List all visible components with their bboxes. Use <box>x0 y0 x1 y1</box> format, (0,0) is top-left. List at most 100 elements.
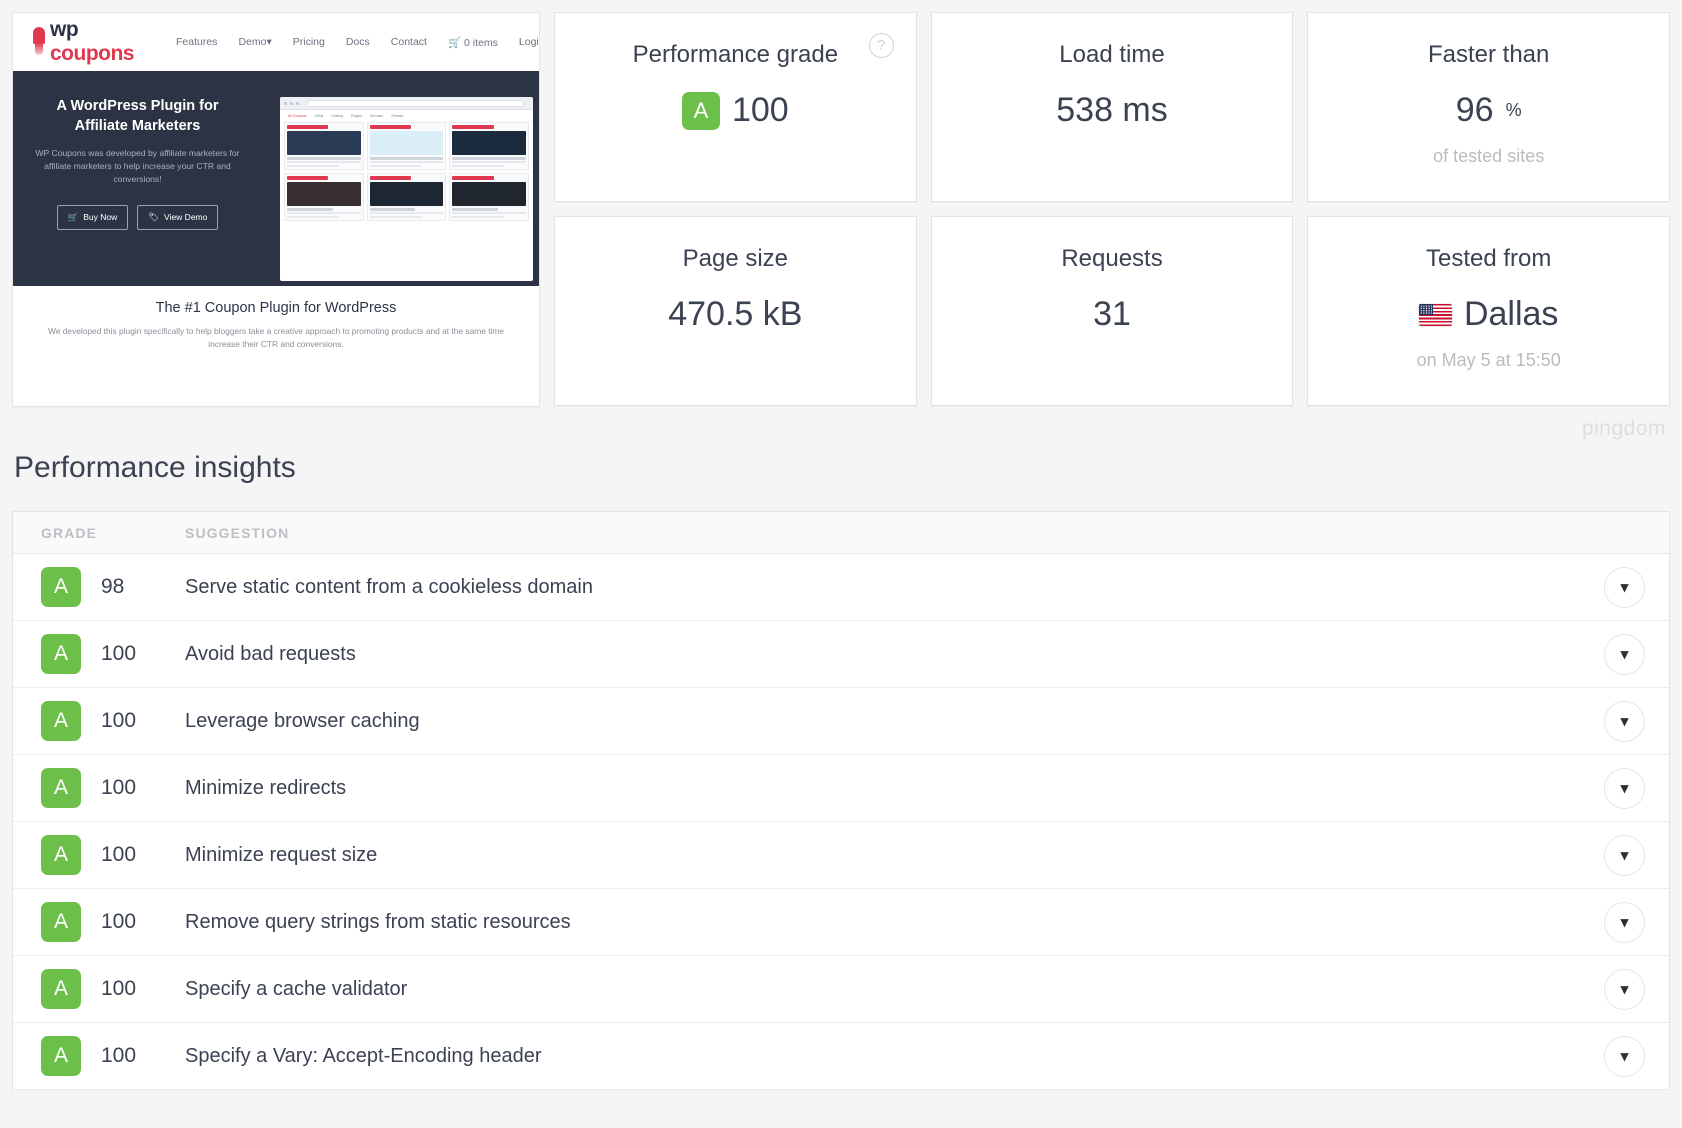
metric-number: 96 <box>1456 91 1494 130</box>
browser-url-bar <box>307 100 524 107</box>
screenshot-tabs: All Coupons CDNs Hosting Plugins Service… <box>280 110 533 119</box>
grade-badge: A <box>41 969 81 1009</box>
row-grade-cell: A 100 <box>41 1036 185 1076</box>
site-preview-card: wp coupons Features Demo▾ Pricing Docs C… <box>12 12 540 407</box>
chevron-down-icon[interactable]: ▾ <box>1604 902 1645 943</box>
buy-now-button: 🛒Buy Now <box>57 205 129 230</box>
chevron-down-icon[interactable]: ▾ <box>1604 1036 1645 1077</box>
row-grade-cell: A 100 <box>41 835 185 875</box>
row-suggestion: Remove query strings from static resourc… <box>185 911 1604 934</box>
preview-hero: A WordPress Plugin for Affiliate Markete… <box>13 71 539 286</box>
chevron-down-icon[interactable]: ▾ <box>1604 567 1645 608</box>
table-row[interactable]: A 100 Remove query strings from static r… <box>13 889 1669 956</box>
metric-performance-grade: Performance grade ? A 100 <box>554 12 917 202</box>
hero-screenshot: All Coupons CDNs Hosting Plugins Service… <box>280 97 533 281</box>
grade-score: 100 <box>101 709 136 733</box>
row-suggestion: Minimize redirects <box>185 777 1604 800</box>
table-row[interactable]: A 100 Leverage browser caching ▾ <box>13 688 1669 755</box>
coupon-tile <box>449 122 529 170</box>
metric-number: 100 <box>732 91 789 130</box>
table-row[interactable]: A 100 Avoid bad requests ▾ <box>13 621 1669 688</box>
row-suggestion: Avoid bad requests <box>185 643 1604 666</box>
table-row[interactable]: A 100 Specify a cache validator ▾ <box>13 956 1669 1023</box>
row-suggestion: Specify a cache validator <box>185 978 1604 1001</box>
view-demo-button: 🏷View Demo <box>137 205 218 230</box>
row-grade-cell: A 100 <box>41 634 185 674</box>
table-row[interactable]: A 100 Specify a Vary: Accept-Encoding he… <box>13 1023 1669 1090</box>
preview-footer: The #1 Coupon Plugin for WordPress We de… <box>13 286 539 352</box>
metric-row-bottom: Page size 470.5 kB Requests 31 Tested fr… <box>554 216 1670 406</box>
coupon-tile <box>367 173 447 221</box>
chevron-down-icon[interactable]: ▾ <box>1604 634 1645 675</box>
metric-requests: Requests 31 <box>931 216 1294 406</box>
pingdom-results-page: wp coupons Features Demo▾ Pricing Docs C… <box>0 0 1682 1128</box>
metric-label: Load time <box>1059 41 1164 69</box>
rocket-icon <box>31 27 43 57</box>
screenshot-tab: Themes <box>387 113 407 119</box>
metric-cards: Performance grade ? A 100 Load time 538 … <box>554 12 1670 406</box>
grade-score: 100 <box>101 843 136 867</box>
row-suggestion: Leverage browser caching <box>185 710 1604 733</box>
grade-badge: A <box>41 701 81 741</box>
us-flag-icon <box>1419 304 1452 326</box>
grade-badge: A <box>41 567 81 607</box>
chevron-down-icon[interactable]: ▾ <box>1604 701 1645 742</box>
grade-badge: A <box>41 768 81 808</box>
metric-page-size: Page size 470.5 kB <box>554 216 917 406</box>
grade-badge: A <box>682 92 720 130</box>
screenshot-tab: All Coupons <box>284 113 310 119</box>
metric-subtext: on May 5 at 15:50 <box>1417 350 1561 371</box>
nav-item-features: Features <box>176 36 217 48</box>
table-header: GRADE SUGGESTION <box>13 512 1669 554</box>
row-suggestion: Specify a Vary: Accept-Encoding header <box>185 1045 1604 1068</box>
table-row[interactable]: A 100 Minimize redirects ▾ <box>13 755 1669 822</box>
metric-subtext: of tested sites <box>1433 146 1544 167</box>
preview-hero-text: A WordPress Plugin for Affiliate Markete… <box>13 71 258 230</box>
coupon-tile <box>367 122 447 170</box>
metric-city: Dallas <box>1464 295 1558 334</box>
browser-dot-icon <box>290 102 293 105</box>
row-suggestion: Minimize request size <box>185 844 1604 867</box>
cart-icon: 🛒 <box>68 212 79 223</box>
row-grade-cell: A 100 <box>41 969 185 1009</box>
chevron-down-icon[interactable]: ▾ <box>1604 835 1645 876</box>
table-row[interactable]: A 100 Minimize request size ▾ <box>13 822 1669 889</box>
hero-buttons: 🛒Buy Now 🏷View Demo <box>29 205 246 230</box>
grade-badge: A <box>41 835 81 875</box>
metric-value: 96 % <box>1456 91 1522 130</box>
screenshot-tab: CDNs <box>310 113 327 119</box>
metric-label: Page size <box>683 245 788 273</box>
grade-badge: A <box>41 902 81 942</box>
grade-score: 100 <box>101 642 136 666</box>
logo-word-coupons: coupons <box>50 42 134 65</box>
metric-tested-from: Tested from Dallas on May 5 at 15:50 <box>1307 216 1670 406</box>
metric-value: 470.5 kB <box>668 295 802 334</box>
row-suggestion: Serve static content from a cookieless d… <box>185 576 1604 599</box>
nav-item-pricing: Pricing <box>293 36 325 48</box>
nav-item-cart: 🛒0 items <box>448 36 498 49</box>
question-mark-icon[interactable]: ? <box>869 33 894 58</box>
screenshot-browser-bar <box>280 97 533 110</box>
browser-dot-icon <box>284 102 287 105</box>
column-header-suggestion: SUGGESTION <box>185 525 289 541</box>
performance-insights-table: GRADE SUGGESTION A 98 Serve static conte… <box>12 511 1670 1090</box>
chevron-down-icon[interactable]: ▾ <box>1604 969 1645 1010</box>
coupon-tile <box>284 173 364 221</box>
grade-score: 98 <box>101 575 124 599</box>
coupon-tile <box>449 173 529 221</box>
metric-faster-than: Faster than 96 % of tested sites <box>1307 12 1670 202</box>
grade-score: 100 <box>101 910 136 934</box>
metric-value: A 100 <box>682 91 789 130</box>
cart-icon: 🛒 <box>448 37 461 49</box>
metric-label: Faster than <box>1428 41 1549 69</box>
preview-nav-links: Features Demo▾ Pricing Docs Contact 🛒0 i… <box>176 36 540 49</box>
table-row[interactable]: A 98 Serve static content from a cookiel… <box>13 554 1669 621</box>
preview-footer-paragraph: We developed this plugin specifically to… <box>47 325 505 352</box>
metric-load-time: Load time 538 ms <box>931 12 1294 202</box>
metric-value: 538 ms <box>1056 91 1168 130</box>
chevron-down-icon[interactable]: ▾ <box>1604 768 1645 809</box>
grade-badge: A <box>41 634 81 674</box>
nav-item-login: Login <box>519 36 540 48</box>
grade-score: 100 <box>101 1044 136 1068</box>
hero-paragraph: WP Coupons was developed by affiliate ma… <box>29 147 246 186</box>
